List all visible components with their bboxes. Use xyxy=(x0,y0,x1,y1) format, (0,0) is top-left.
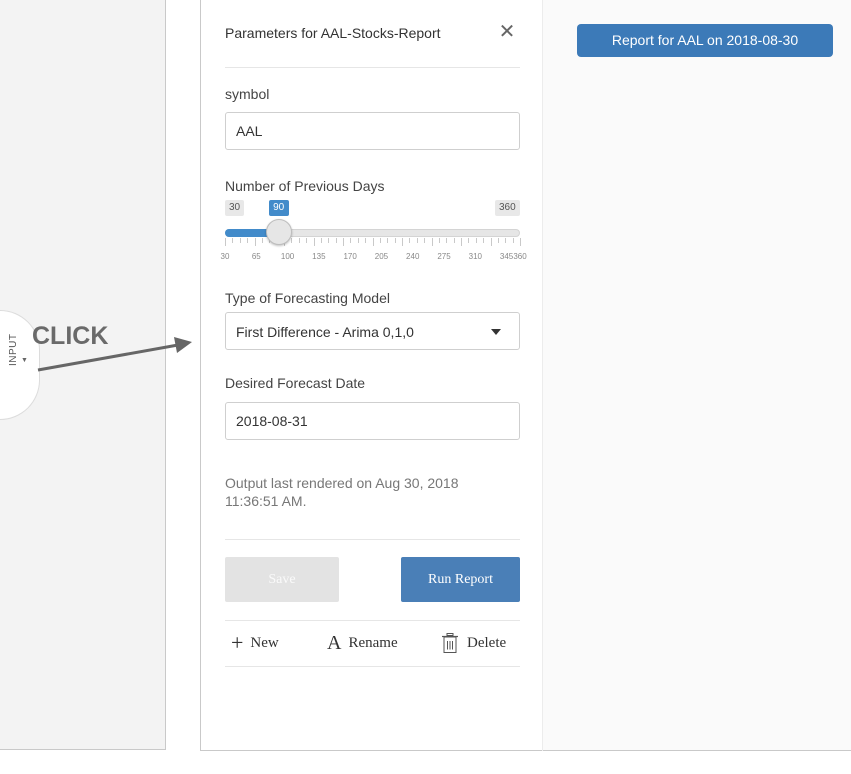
slider-tick xyxy=(239,238,241,243)
rename-label: Rename xyxy=(348,634,398,651)
days-label: Number of Previous Days xyxy=(225,178,385,194)
slider-tick xyxy=(298,238,300,243)
chevron-down-icon xyxy=(491,329,501,335)
slider-tick-label: 240 xyxy=(406,252,420,261)
slider-tick xyxy=(468,238,470,243)
delete-label: Delete xyxy=(467,634,507,651)
run-report-button[interactable]: Run Report xyxy=(401,557,520,602)
slider-max-label: 360 xyxy=(495,200,520,216)
slider-tick-label: 65 xyxy=(251,252,261,261)
days-slider-handle[interactable] xyxy=(265,219,292,245)
slider-tick xyxy=(490,238,492,246)
slider-tick xyxy=(475,238,477,243)
symbol-input[interactable]: AAL xyxy=(225,112,520,150)
divider xyxy=(225,67,520,68)
slider-tick-label: 170 xyxy=(343,252,357,261)
slider-tick xyxy=(461,238,462,246)
slider-tick xyxy=(453,238,455,243)
slider-tick xyxy=(357,238,359,243)
slider-tick xyxy=(291,238,293,243)
close-icon[interactable]: ✕ xyxy=(495,18,519,46)
divider xyxy=(225,620,520,621)
slider-tick xyxy=(446,238,448,243)
slider-tick-label: 360 xyxy=(513,252,527,261)
slider-tick xyxy=(497,238,499,243)
slider-tick xyxy=(343,238,344,246)
model-select-value: First Difference - Arima 0,1,0 xyxy=(236,324,414,340)
slider-tick-label: 30 xyxy=(220,252,230,261)
slider-tick-label: 100 xyxy=(280,252,295,261)
delete-button[interactable]: Delete xyxy=(442,628,506,658)
report-area xyxy=(543,0,851,751)
slider-tick xyxy=(520,238,521,246)
slider-tick xyxy=(313,238,315,246)
slider-tick xyxy=(247,238,249,243)
arrow-icon xyxy=(37,337,192,372)
report-button[interactable]: Report for AAL on 2018-08-30 xyxy=(577,24,833,57)
slider-tick xyxy=(483,238,485,243)
save-button[interactable]: Save xyxy=(225,557,339,602)
new-button[interactable]: + New xyxy=(231,628,279,658)
status-text: Output last rendered on Aug 30, 2018 11:… xyxy=(225,475,459,509)
slider-tick xyxy=(512,238,514,243)
caret-down-icon: ▼ xyxy=(21,357,28,364)
slider-tick xyxy=(306,238,308,243)
parameters-panel: Parameters for AAL-Stocks-Report ✕ symbo… xyxy=(200,0,543,751)
panel-title: Parameters for AAL-Stocks-Report xyxy=(225,25,441,41)
slider-tick xyxy=(254,238,256,246)
slider-tick xyxy=(424,238,426,243)
plus-icon: + xyxy=(231,630,244,655)
slider-tick-label: 135 xyxy=(312,252,326,261)
slider-tick xyxy=(416,238,418,243)
symbol-label: symbol xyxy=(225,86,270,102)
input-tab-label: INPUT xyxy=(8,333,19,367)
new-label: New xyxy=(250,634,279,651)
slider-tick xyxy=(261,238,263,243)
date-input[interactable]: 2018-08-31 xyxy=(225,402,520,440)
slider-tick xyxy=(387,238,389,243)
slider-min-label: 30 xyxy=(225,200,245,216)
slider-tick-label: 310 xyxy=(468,252,482,261)
slider-tick xyxy=(232,238,234,243)
slider-tick xyxy=(402,238,403,246)
slider-value-label: 90 xyxy=(268,200,289,216)
divider xyxy=(225,666,520,667)
date-label: Desired Forecast Date xyxy=(225,375,366,391)
slider-tick-label: 205 xyxy=(374,252,389,261)
trash-icon xyxy=(442,633,458,653)
divider xyxy=(225,539,520,540)
font-icon: A xyxy=(327,632,342,654)
slider-tick xyxy=(438,238,440,243)
slider-tick-label: 345 xyxy=(499,252,514,261)
slider-tick xyxy=(505,238,507,243)
slider-tick xyxy=(365,238,367,243)
slider-tick xyxy=(372,238,374,246)
slider-tick-label: 275 xyxy=(437,252,451,261)
slider-tick xyxy=(394,238,396,243)
slider-tick xyxy=(409,238,411,243)
slider-tick xyxy=(335,238,337,243)
model-select[interactable]: First Difference - Arima 0,1,0 xyxy=(225,312,520,350)
slider-tick xyxy=(379,238,381,243)
slider-tick xyxy=(328,238,330,243)
model-label: Type of Forecasting Model xyxy=(225,290,390,306)
slider-tick xyxy=(431,238,433,246)
slider-tick xyxy=(350,238,352,243)
slider-tick xyxy=(225,238,226,246)
rename-button[interactable]: A Rename xyxy=(327,628,398,658)
slider-tick xyxy=(320,238,322,243)
